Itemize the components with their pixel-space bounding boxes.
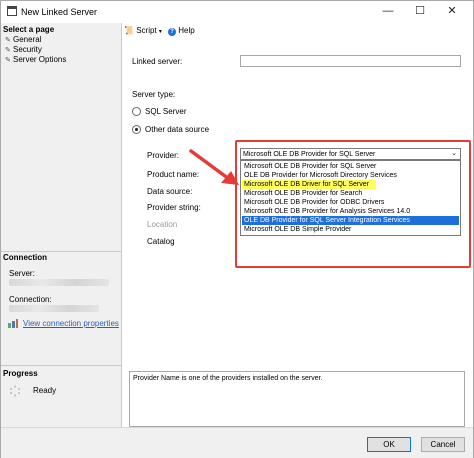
other-data-source-label: Other data source xyxy=(145,125,210,134)
description-text: Provider Name is one of the providers in… xyxy=(133,375,323,382)
server-label: Server: xyxy=(9,269,35,278)
connection-properties-icon xyxy=(8,319,18,328)
view-connection-properties-link[interactable]: View connection properties xyxy=(23,319,119,328)
close-button[interactable]: ✕ xyxy=(441,3,463,19)
script-icon: 📜 xyxy=(124,26,134,35)
window-title: New Linked Server xyxy=(21,7,98,17)
app-icon xyxy=(7,6,17,16)
page-server-options[interactable]: ✎ Server Options xyxy=(5,55,66,65)
page-arrow-icon: ✎ xyxy=(5,57,11,64)
help-label: Help xyxy=(178,26,195,35)
provider-string-label: Provider string: xyxy=(147,203,201,212)
select-page-header: Select a page xyxy=(3,25,55,34)
server-value-redacted xyxy=(9,279,109,286)
progress-status: Ready xyxy=(33,386,57,395)
script-button[interactable]: 📜 Script ▾ xyxy=(124,26,162,37)
divider xyxy=(1,365,121,366)
annotation-highlight-box xyxy=(235,140,471,268)
chevron-down-icon: ▾ xyxy=(158,29,162,35)
divider xyxy=(1,251,121,252)
catalog-label: Catalog xyxy=(147,237,175,246)
help-icon: ? xyxy=(168,28,176,36)
sql-server-radio[interactable] xyxy=(132,107,141,116)
script-label: Script xyxy=(136,26,157,35)
provider-label: Provider: xyxy=(147,151,180,160)
page-label: General xyxy=(13,35,42,44)
annotation-arrow xyxy=(189,149,239,185)
server-type-label: Server type: xyxy=(132,90,176,99)
help-button[interactable]: ? Help xyxy=(168,26,195,36)
connection-header: Connection xyxy=(3,253,47,262)
linked-server-input[interactable] xyxy=(240,55,461,67)
progress-spinner-icon xyxy=(10,385,20,397)
ok-button[interactable]: OK xyxy=(367,437,411,452)
data-source-label: Data source: xyxy=(147,187,193,196)
progress-header: Progress xyxy=(3,369,38,378)
title-bar: New Linked Server — ☐ ✕ xyxy=(1,1,473,23)
dialog-window: New Linked Server — ☐ ✕ Select a page ✎ G… xyxy=(0,0,474,458)
description-box: Provider Name is one of the providers in… xyxy=(129,371,465,427)
linked-server-label: Linked server: xyxy=(132,57,183,66)
connection-label: Connection: xyxy=(9,295,52,304)
minimize-button[interactable]: — xyxy=(377,3,399,19)
other-data-source-radio[interactable] xyxy=(132,125,141,134)
page-label: Security xyxy=(13,45,42,54)
cancel-button[interactable]: Cancel xyxy=(421,437,465,452)
page-security[interactable]: ✎ Security xyxy=(5,45,42,55)
page-general[interactable]: ✎ General xyxy=(5,35,41,45)
toolbar: 📜 Script ▾ ? Help xyxy=(122,23,473,39)
left-panel: Select a page ✎ General ✎ Security ✎ Server… xyxy=(1,23,122,427)
page-label: Server Options xyxy=(13,55,67,64)
location-label: Location xyxy=(147,220,178,229)
sql-server-label: SQL Server xyxy=(145,107,187,116)
maximize-button[interactable]: ☐ xyxy=(409,3,431,19)
connection-value-redacted xyxy=(9,305,99,312)
